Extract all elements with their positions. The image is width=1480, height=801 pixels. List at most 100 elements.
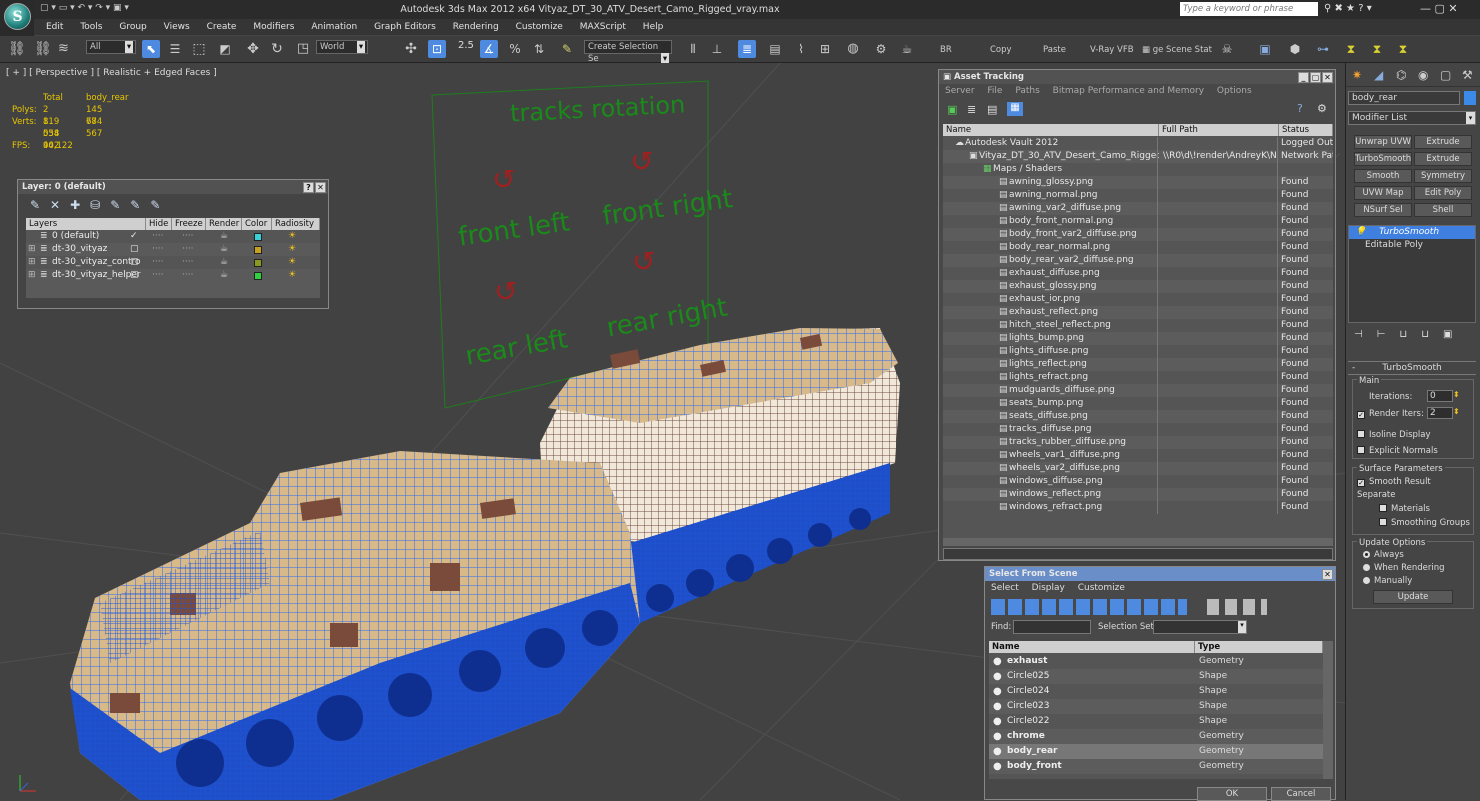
asset-row-map[interactable]: ▤ exhaust_glossy.png Found — [943, 280, 1333, 293]
keyframe-icon[interactable]: ⧗ — [1342, 40, 1360, 58]
asset-row-map[interactable]: ▤ body_front_var2_diffuse.png Found — [943, 228, 1333, 241]
modifier-button[interactable]: Shell — [1414, 203, 1472, 217]
scene-explorer-icon[interactable]: ▣ — [1256, 40, 1274, 58]
freeze-toggle[interactable]: ···· — [182, 256, 193, 269]
curve-editor-icon[interactable]: ⌇ — [792, 40, 810, 58]
modifier-button[interactable]: Unwrap UVW — [1354, 135, 1412, 149]
close-button[interactable]: ✕ — [315, 182, 326, 193]
app-logo-icon[interactable]: S — [0, 0, 34, 36]
menu-rendering[interactable]: Rendering — [453, 19, 499, 35]
scene-object-row[interactable]: ● Circle022 Shape — [989, 714, 1323, 729]
render-teapot-icon[interactable]: ☕ — [220, 243, 228, 256]
radiosity-icon[interactable]: ☀ — [288, 256, 296, 269]
active-layer-checkbox[interactable]: ✓ — [130, 230, 138, 243]
asset-row-map[interactable]: ▤ lights_reflect.png Found — [943, 358, 1333, 371]
rotate-icon[interactable]: ↻ — [268, 40, 286, 58]
select-object-icon[interactable]: ⬉ — [142, 40, 160, 58]
asset-row-map[interactable]: ▤ lights_diffuse.png Found — [943, 345, 1333, 358]
edit-named-selection-icon[interactable]: ✎ — [558, 40, 576, 58]
modifier-button[interactable]: Symmetry — [1414, 169, 1472, 183]
modifier-button[interactable]: UVW Map — [1354, 186, 1412, 200]
close-button[interactable]: ✕ — [1322, 72, 1333, 83]
expand-icon[interactable]: ⊞ — [28, 269, 36, 282]
copy-button[interactable]: Copy — [990, 45, 1012, 55]
asset-row-map[interactable]: ▤ body_rear_var2_diffuse.png Found — [943, 254, 1333, 267]
help-button[interactable]: ? — [303, 182, 314, 193]
scene-object-row[interactable]: ● chrome Geometry — [989, 729, 1323, 744]
layer-color-swatch[interactable] — [254, 246, 262, 254]
path-field[interactable] — [943, 548, 1333, 560]
move-icon[interactable]: ✥ — [244, 40, 262, 58]
menu-help[interactable]: Help — [643, 19, 664, 35]
close-button[interactable]: ✕ — [1322, 569, 1333, 580]
hide-toggle[interactable]: ···· — [152, 256, 163, 269]
mirror-icon[interactable]: ⫴ — [684, 40, 702, 58]
schematic-view-icon[interactable]: ⊞ — [816, 40, 834, 58]
object-color-swatch[interactable] — [1464, 91, 1476, 105]
update-button[interactable]: Update — [1373, 590, 1453, 604]
menu-bitmap-performance[interactable]: Bitmap Performance and Memory — [1053, 84, 1204, 98]
utilities-tab-icon[interactable]: ⚒ — [1462, 68, 1473, 82]
scale-icon[interactable]: ◳ — [294, 40, 312, 58]
layer-row[interactable]: ⊞ ≣ dt-30_vityaz_contro ▢ ···· ···· ☕ ☀ — [26, 256, 320, 269]
render-setup-icon[interactable]: ⚙ — [872, 40, 890, 58]
settings-icon[interactable]: ⚙ — [1317, 102, 1327, 115]
active-layer-checkbox[interactable]: ▢ — [130, 243, 139, 256]
menu-display[interactable]: Display — [1032, 581, 1065, 595]
refresh-icon[interactable]: ▣ — [947, 103, 957, 116]
asset-row-map[interactable]: ▤ exhaust_diffuse.png Found — [943, 267, 1333, 280]
modifier-button[interactable]: Edit Poly — [1414, 186, 1472, 200]
menu-animation[interactable]: Animation — [311, 19, 357, 35]
key-filter-icon[interactable]: ⧗ — [1368, 40, 1386, 58]
materials-checkbox[interactable]: Materials — [1379, 504, 1430, 514]
menu-customize[interactable]: Customize — [1078, 581, 1125, 595]
smoothing-groups-checkbox[interactable]: Smoothing Groups — [1379, 518, 1470, 528]
display-tab-icon[interactable]: ▢ — [1440, 68, 1451, 82]
asset-row-map[interactable]: ▤ lights_bump.png Found — [943, 332, 1333, 345]
scene-object-row[interactable]: ● Circle023 Shape — [989, 699, 1323, 714]
layer-toolbar[interactable]: ✎✕✚⛁✎✎✎ — [18, 194, 328, 216]
horizontal-scrollbar[interactable] — [943, 538, 1333, 546]
layer-manager-icon[interactable]: ≣ — [738, 40, 756, 58]
menu-modifiers[interactable]: Modifiers — [253, 19, 294, 35]
menu-customize[interactable]: Customize — [516, 19, 563, 35]
menu-paths[interactable]: Paths — [1015, 84, 1039, 98]
asset-row-map[interactable]: ▤ wheels_var1_diffuse.png Found — [943, 449, 1333, 462]
asset-row-map[interactable]: ▤ seats_bump.png Found — [943, 397, 1333, 410]
render-teapot-icon[interactable]: ☕ — [898, 40, 916, 58]
asset-tracking-title[interactable]: ▣ Asset Tracking _ ▢ ✕ — [939, 70, 1335, 84]
key-mode-icon[interactable]: ⧗ — [1394, 40, 1412, 58]
asset-row[interactable]: ▦ Maps / Shaders — [943, 163, 1333, 176]
scene-object-row[interactable]: ● Circle025 Shape — [989, 669, 1323, 684]
explicit-normals-checkbox[interactable]: Explicit Normals — [1357, 446, 1438, 456]
asset-row-map[interactable]: ▤ windows_refract.png Found — [943, 501, 1333, 514]
stack-item-editable-poly[interactable]: Editable Poly — [1349, 239, 1475, 252]
smooth-result-checkbox[interactable]: ✓ Smooth Result — [1357, 477, 1431, 487]
render-iters-spinner[interactable]: 2 — [1427, 407, 1453, 419]
menu-group[interactable]: Group — [119, 19, 146, 35]
asset-row-map[interactable]: ▤ exhaust_ior.png Found — [943, 293, 1333, 306]
modifier-button[interactable]: Smooth — [1354, 169, 1412, 183]
minimize-button[interactable]: _ — [1298, 72, 1309, 83]
help-icon[interactable]: ? — [1297, 102, 1303, 115]
hide-toggle[interactable]: ···· — [152, 230, 163, 243]
list-view-icon[interactable]: ≣ — [967, 103, 976, 116]
camera-icon[interactable]: ⊶ — [1314, 40, 1332, 58]
asset-row-map[interactable]: ▤ windows_diffuse.png Found — [943, 475, 1333, 488]
manipulate-icon[interactable]: ⊡ — [428, 40, 446, 58]
vertical-scrollbar[interactable] — [1323, 641, 1333, 779]
menu-server[interactable]: Server — [945, 84, 975, 98]
layer-row[interactable]: ≣ 0 (default) ✓ ···· ···· ☕ ☀ — [26, 230, 320, 243]
motion-tab-icon[interactable]: ◉ — [1418, 68, 1428, 82]
named-selection-set-select[interactable]: Create Selection Se ▾ — [584, 40, 672, 65]
maximize-button[interactable]: ▢ — [1310, 72, 1321, 83]
command-panel-tabs[interactable]: ✷ ◢ ⌬ ◉ ▢ ⚒ — [1346, 63, 1480, 87]
percent-snap-icon[interactable]: % — [506, 40, 524, 58]
window-controls[interactable]: — ▢ ✕ — [1420, 2, 1458, 15]
layer-color-swatch[interactable] — [254, 233, 262, 241]
material-editor-icon[interactable]: ◍ — [844, 40, 862, 58]
menu-views[interactable]: Views — [164, 19, 190, 35]
render-iters-checkbox[interactable]: ✓ Render Iters: — [1357, 409, 1424, 419]
asset-row-map[interactable]: ▤ body_rear_normal.png Found — [943, 241, 1333, 254]
modifier-list-select[interactable]: Modifier List ▾ — [1348, 111, 1476, 125]
